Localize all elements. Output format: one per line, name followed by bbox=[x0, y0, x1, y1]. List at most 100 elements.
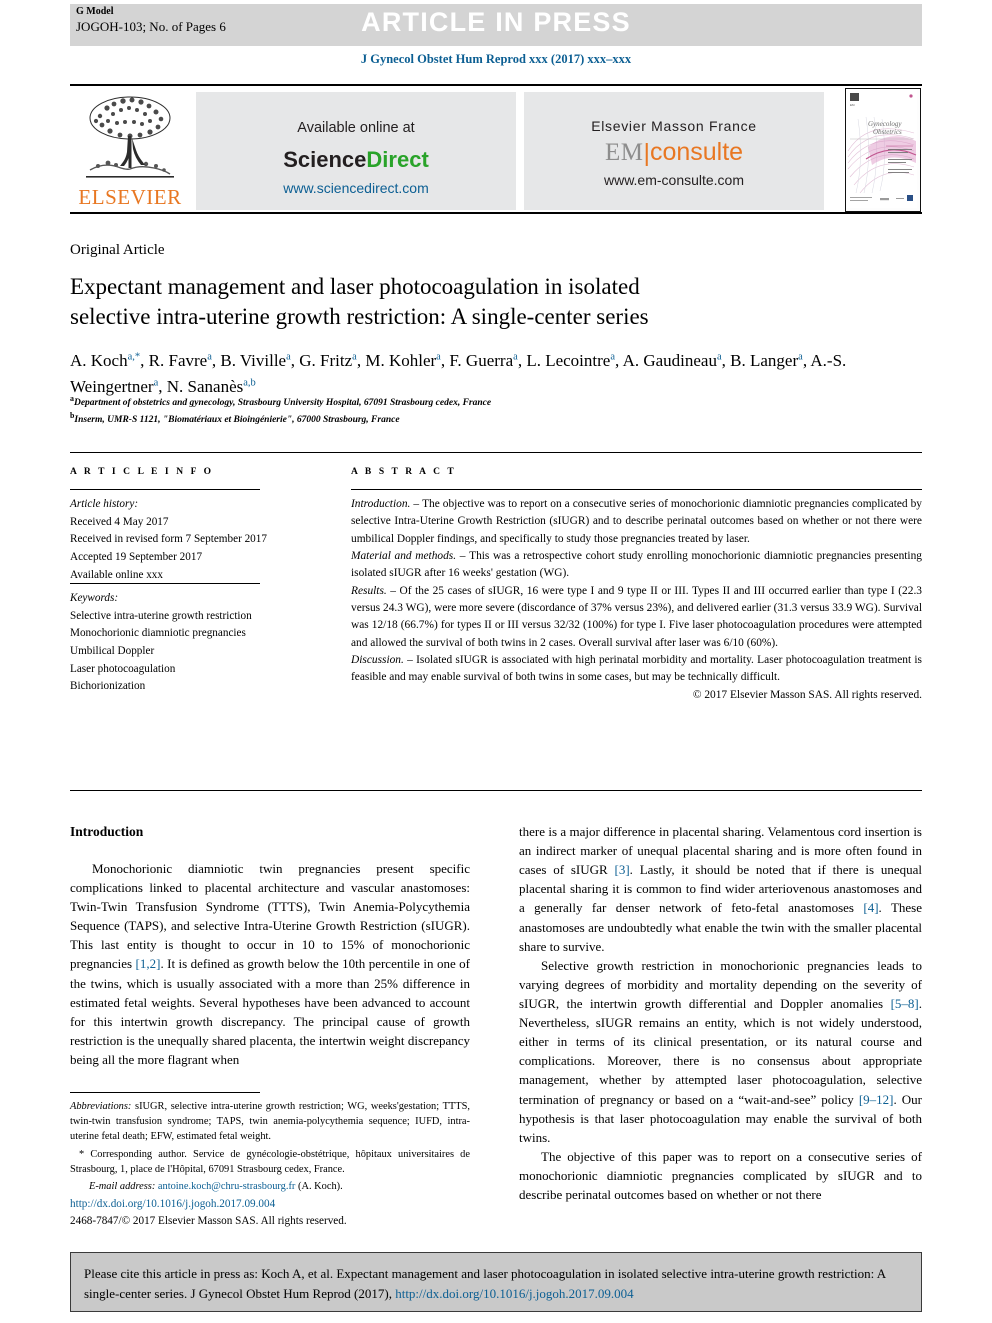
doi-link[interactable]: http://dx.doi.org/10.1016/j.jogoh.2017.0… bbox=[70, 1196, 490, 1213]
article-in-press-text: ARTICLE IN PRESS bbox=[361, 7, 631, 37]
title-line-1: Expectant management and laser photocoag… bbox=[70, 274, 640, 299]
em-logo-divider: | bbox=[643, 139, 650, 167]
author-affiliation-marker: a bbox=[716, 351, 722, 363]
elsevier-tree-icon bbox=[86, 96, 174, 178]
author-affiliation-marker: a bbox=[352, 351, 357, 363]
author-name: A. Koch bbox=[70, 351, 128, 370]
footnote-corresponding-author: * Corresponding author. Service de gynéc… bbox=[70, 1147, 470, 1177]
abstract-discussion: Discussion. – Isolated sIUGR is associat… bbox=[351, 652, 922, 687]
email-address-link[interactable]: antoine.koch@chru-strasbourg.fr bbox=[158, 1181, 296, 1192]
paper-page: G Model JOGOH-103; No. of Pages 6 ARTICL… bbox=[0, 0, 992, 1323]
article-history-heading: Article history: bbox=[70, 498, 139, 510]
footnote-email: E-mail address: antoine.koch@chru-strasb… bbox=[70, 1179, 470, 1194]
citation-ref-9-12[interactable]: [9–12] bbox=[859, 1092, 894, 1107]
author-affiliation-marker: a,b bbox=[243, 377, 256, 389]
abstract-introduction: Introduction. – The objective was to rep… bbox=[351, 496, 922, 548]
author-affiliation-marker: a bbox=[207, 351, 212, 363]
abbreviations-label: Abbreviations: bbox=[70, 1101, 132, 1112]
abstract-results-label: Results. – bbox=[351, 584, 400, 597]
abstract-methods: Material and methods. – This was a retro… bbox=[351, 548, 922, 583]
intro-paragraph-3: The objective of this paper was to repor… bbox=[519, 1148, 922, 1203]
em-consulte-logo: EM|consulte bbox=[524, 138, 824, 167]
em-consulte-url[interactable]: www.em-consulte.com bbox=[524, 172, 824, 188]
keywords-block: Keywords: Selective intra-uterine growth… bbox=[70, 590, 285, 696]
em-consulte-panel: Elsevier Masson France EM|consulte www.e… bbox=[524, 92, 824, 210]
sciencedirect-url[interactable]: www.sciencedirect.com bbox=[196, 180, 516, 196]
keyword-item: Selective intra-uterine growth restricti… bbox=[70, 609, 252, 622]
author-affiliation-marker: a bbox=[436, 351, 441, 363]
article-history-item: Received in revised form 7 September 201… bbox=[70, 533, 267, 546]
corresponding-author-text: Corresponding author. Service de gynécol… bbox=[70, 1149, 470, 1176]
journal-cover-image: EM Gynecology Obstetrics bbox=[846, 89, 917, 208]
author-affiliation-marker: a bbox=[286, 351, 291, 363]
svg-text:Obstetrics: Obstetrics bbox=[873, 128, 902, 136]
article-type-kicker: Original Article bbox=[70, 242, 165, 258]
body-column-left: Introduction Monochorionic diamniotic tw… bbox=[70, 822, 470, 1069]
abstract-introduction-label: Introduction. – bbox=[351, 498, 423, 510]
intro-paragraph-1: Monochorionic diamniotic twin pregnancie… bbox=[70, 859, 470, 1069]
intro-paragraph-2: Selective growth restriction in monochor… bbox=[519, 956, 922, 1147]
keyword-item: Monochorionic diamniotic pregnancies bbox=[70, 627, 246, 640]
em-logo-consulte: consulte bbox=[649, 138, 744, 166]
abstract-divider-bottom bbox=[70, 790, 922, 791]
citation-ref-1-2[interactable]: [1,2] bbox=[136, 956, 161, 971]
intro-paragraph-1-continued: there is a major difference in placental… bbox=[519, 822, 922, 956]
email-address-suffix: (A. Koch). bbox=[295, 1181, 343, 1193]
abstract-discussion-text: Isolated sIUGR is associated with high p… bbox=[351, 653, 922, 684]
citation-ref-3[interactable]: [3] bbox=[614, 862, 629, 877]
article-info-heading: A R T I C L E I N F O bbox=[70, 467, 214, 477]
author-name: B. Langer bbox=[730, 351, 799, 370]
keywords-rule bbox=[70, 583, 260, 584]
doi-block: http://dx.doi.org/10.1016/j.jogoh.2017.0… bbox=[70, 1196, 490, 1230]
svg-text:Gynecology: Gynecology bbox=[868, 120, 902, 128]
article-history-item: Accepted 19 September 2017 bbox=[70, 551, 203, 564]
elsevier-logo: ELSEVIER bbox=[74, 92, 186, 214]
section-heading-introduction: Introduction bbox=[70, 824, 144, 839]
author-affiliation-marker: a bbox=[610, 351, 615, 363]
journal-cover-thumbnail: EM Gynecology Obstetrics bbox=[845, 88, 921, 212]
sciencedirect-logo: ScienceDirect bbox=[196, 147, 516, 173]
citation-ref-4[interactable]: [4] bbox=[863, 900, 878, 915]
intro-p1-part-a: Monochorionic diamniotic twin pregnancie… bbox=[70, 860, 470, 972]
intro-p2-part-a: Selective growth restriction in monochor… bbox=[519, 957, 922, 1011]
keyword-item: Laser photocoagulation bbox=[70, 662, 176, 675]
article-history-item: Received 4 May 2017 bbox=[70, 515, 169, 528]
keyword-item: Bichorionization bbox=[70, 680, 146, 693]
article-info-rule bbox=[70, 489, 260, 490]
citation-ref-5-8[interactable]: [5–8] bbox=[891, 996, 919, 1011]
title-line-2: selective intra-uterine growth restricti… bbox=[70, 304, 649, 330]
em-publisher-label: Elsevier Masson France bbox=[591, 118, 757, 134]
abstract-introduction-text: The objective was to report on a consecu… bbox=[351, 498, 922, 545]
email-address-label: E-mail address: bbox=[89, 1181, 156, 1193]
svg-text:EM: EM bbox=[850, 103, 855, 107]
body-column-right: there is a major difference in placental… bbox=[519, 822, 922, 1204]
keywords-heading: Keywords: bbox=[70, 592, 119, 604]
article-history-item: Available online xxx bbox=[70, 568, 163, 581]
elsevier-wordmark: ELSEVIER bbox=[78, 185, 182, 209]
em-logo-em: EM bbox=[604, 139, 644, 166]
article-history: Article history: Received 4 May 2017 Rece… bbox=[70, 496, 285, 584]
info-divider-top bbox=[70, 452, 922, 453]
affiliation-item: bInserm, UMR-S 1121, "Biomatériaux et Bi… bbox=[70, 411, 400, 426]
author-affiliation-marker: a bbox=[798, 351, 803, 363]
sciencedirect-logo-direct: Direct bbox=[366, 147, 429, 172]
abstract-copyright: © 2017 Elsevier Masson SAS. All rights r… bbox=[692, 688, 922, 701]
abstract-body: Introduction. – The objective was to rep… bbox=[351, 496, 922, 704]
author-name: G. Fritz bbox=[299, 351, 353, 370]
intro-p2-part-b: . Nevertheless, sIUGR remains an entity,… bbox=[519, 995, 922, 1107]
available-online-label: Available online at bbox=[297, 120, 415, 136]
issn-copyright: 2468-7847/© 2017 Elsevier Masson SAS. Al… bbox=[70, 1214, 347, 1227]
abstract-results: Results. – Of the 25 cases of sIUGR, 16 … bbox=[351, 583, 922, 652]
author-name: B. Viville bbox=[220, 351, 287, 370]
abstract-rule bbox=[351, 489, 922, 490]
cite-doi-link[interactable]: http://dx.doi.org/10.1016/j.jogoh.2017.0… bbox=[395, 1286, 633, 1301]
keyword-item: Umbilical Doppler bbox=[70, 645, 155, 658]
author-name: L. Lecointre bbox=[526, 351, 611, 370]
intro-p1-part-b: . It is defined as growth below the 10th… bbox=[70, 956, 470, 1067]
journal-citation-line: J Gynecol Obstet Hum Reprod xxx (2017) x… bbox=[360, 52, 632, 66]
author-name: R. Favre bbox=[148, 351, 208, 370]
abstract-heading: A B S T R A C T bbox=[351, 467, 457, 477]
page-title: Expectant management and laser photocoag… bbox=[70, 272, 930, 333]
author-affiliation-marker: a bbox=[153, 377, 159, 389]
sciencedirect-panel: Available online at ScienceDirect www.sc… bbox=[196, 92, 516, 210]
